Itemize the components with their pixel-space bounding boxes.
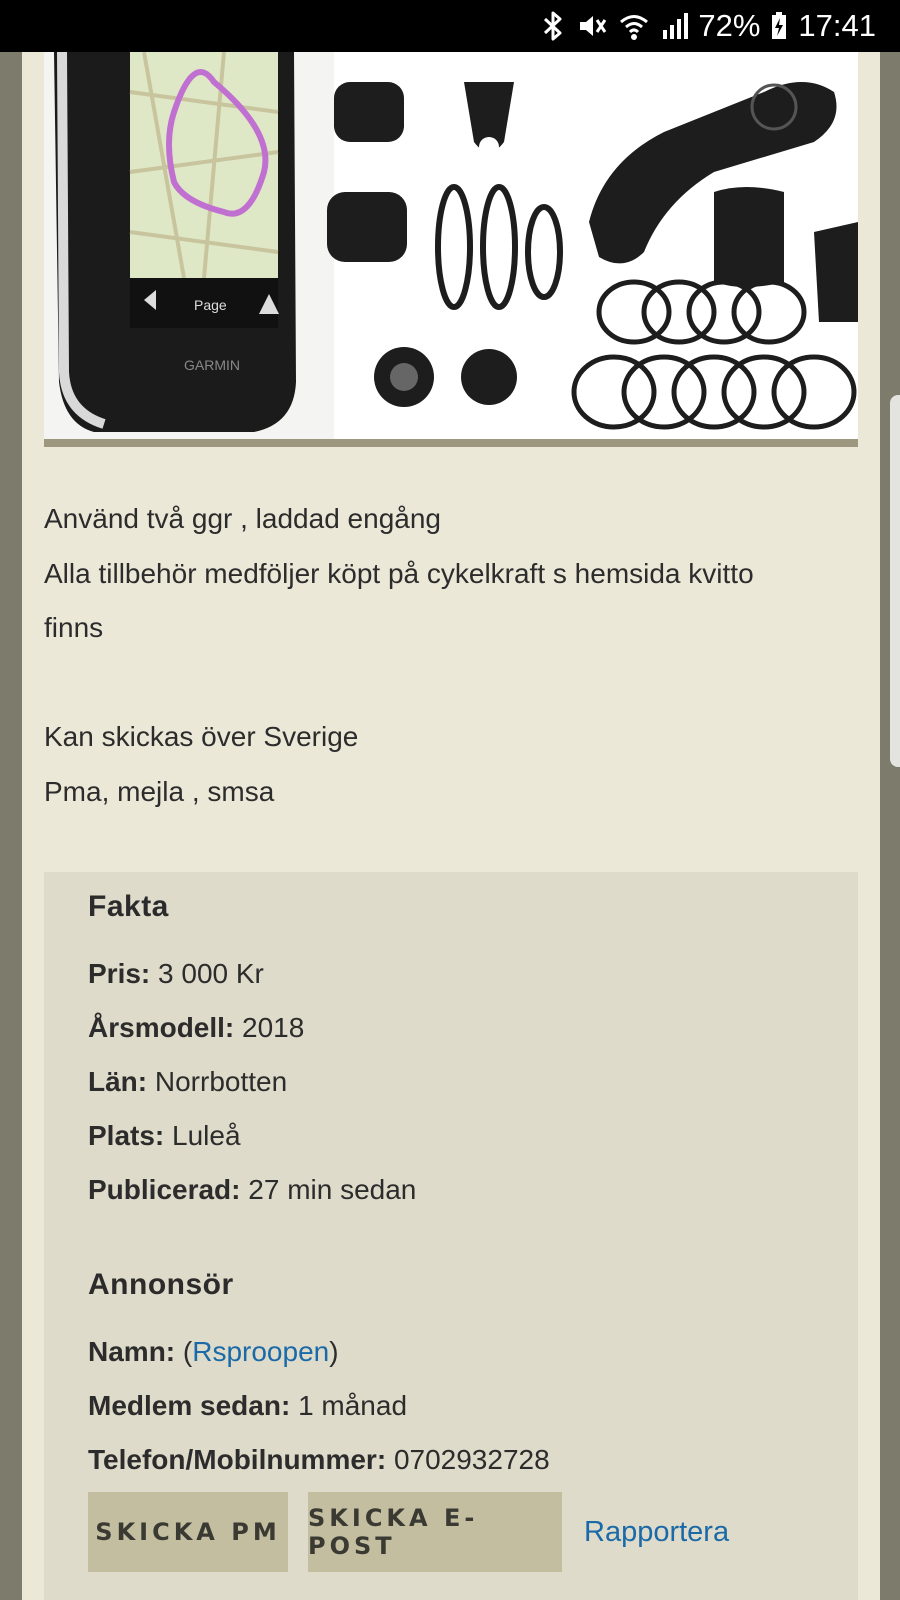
fact-value[interactable]: 0702932728 <box>394 1444 550 1475</box>
fact-place: Plats: Luleå <box>88 1120 241 1152</box>
fact-value: 1 månad <box>298 1390 408 1421</box>
signal-icon <box>660 10 690 42</box>
paren-open: ( <box>182 1336 193 1367</box>
report-link[interactable]: Rapportera <box>584 1516 729 1549</box>
battery-percent: 72% <box>698 8 761 43</box>
fact-value: Norrbotten <box>154 1066 288 1097</box>
advertiser-name-link[interactable]: Rsproopen <box>192 1336 329 1367</box>
fact-value: Luleå <box>172 1120 241 1151</box>
fact-county: Län: Norrbotten <box>88 1066 287 1098</box>
advertiser-name: Namn: (Rsproopen) <box>88 1336 339 1368</box>
fact-label: Årsmodell: <box>88 1012 235 1043</box>
bluetooth-icon <box>542 10 564 42</box>
svg-text:GARMIN: GARMIN <box>184 357 240 373</box>
fact-value: 27 min sedan <box>248 1174 417 1205</box>
facts-title: Fakta <box>88 890 169 923</box>
wifi-icon <box>618 10 650 42</box>
advertiser-phone: Telefon/Mobilnummer: 0702932728 <box>88 1444 550 1476</box>
fact-value: 3 000 Kr <box>158 958 264 989</box>
status-bar: 72% 17:41 <box>0 0 900 52</box>
image-underline <box>44 439 858 447</box>
status-time: 17:41 <box>798 8 876 43</box>
listing-description: Använd två ggr , laddad engång Alla till… <box>44 492 858 819</box>
description-line: finns <box>44 612 104 643</box>
paren-close: ) <box>329 1336 339 1367</box>
description-line: Kan skickas över Sverige <box>44 721 359 752</box>
send-email-button[interactable]: SKICKA E-POST <box>308 1492 562 1572</box>
advertiser-title: Annonsör <box>88 1268 234 1301</box>
fact-year: Årsmodell: 2018 <box>88 1012 304 1044</box>
scroll-handle[interactable] <box>890 395 900 767</box>
fact-value: 2018 <box>242 1012 305 1043</box>
listing-page: Page GARMIN Använd två ggr , laddad engå… <box>22 52 880 1600</box>
vibrate-mute-icon <box>574 10 608 42</box>
fact-price: Pris: 3 000 Kr <box>88 958 264 990</box>
description-line: Pma, mejla , smsa <box>44 775 275 807</box>
battery-icon <box>770 10 788 42</box>
fact-label: Namn: <box>88 1336 176 1367</box>
svg-text:Page: Page <box>194 297 227 313</box>
send-pm-button[interactable]: SKICKA PM <box>88 1492 288 1572</box>
fact-label: Telefon/Mobilnummer: <box>88 1444 387 1475</box>
description-line: Använd två ggr , laddad engång <box>44 503 441 534</box>
fact-label: Medlem sedan: <box>88 1390 291 1421</box>
fact-label: Län: <box>88 1066 148 1097</box>
product-image[interactable]: Page GARMIN <box>44 52 858 447</box>
description-line: Alla tillbehör medföljer köpt på cykelkr… <box>44 557 754 589</box>
fact-label: Publicerad: <box>88 1174 241 1205</box>
fact-published: Publicerad: 27 min sedan <box>88 1174 416 1206</box>
fact-label: Pris: <box>88 958 151 989</box>
advertiser-member-since: Medlem sedan: 1 månad <box>88 1390 407 1422</box>
fact-label: Plats: <box>88 1120 165 1151</box>
